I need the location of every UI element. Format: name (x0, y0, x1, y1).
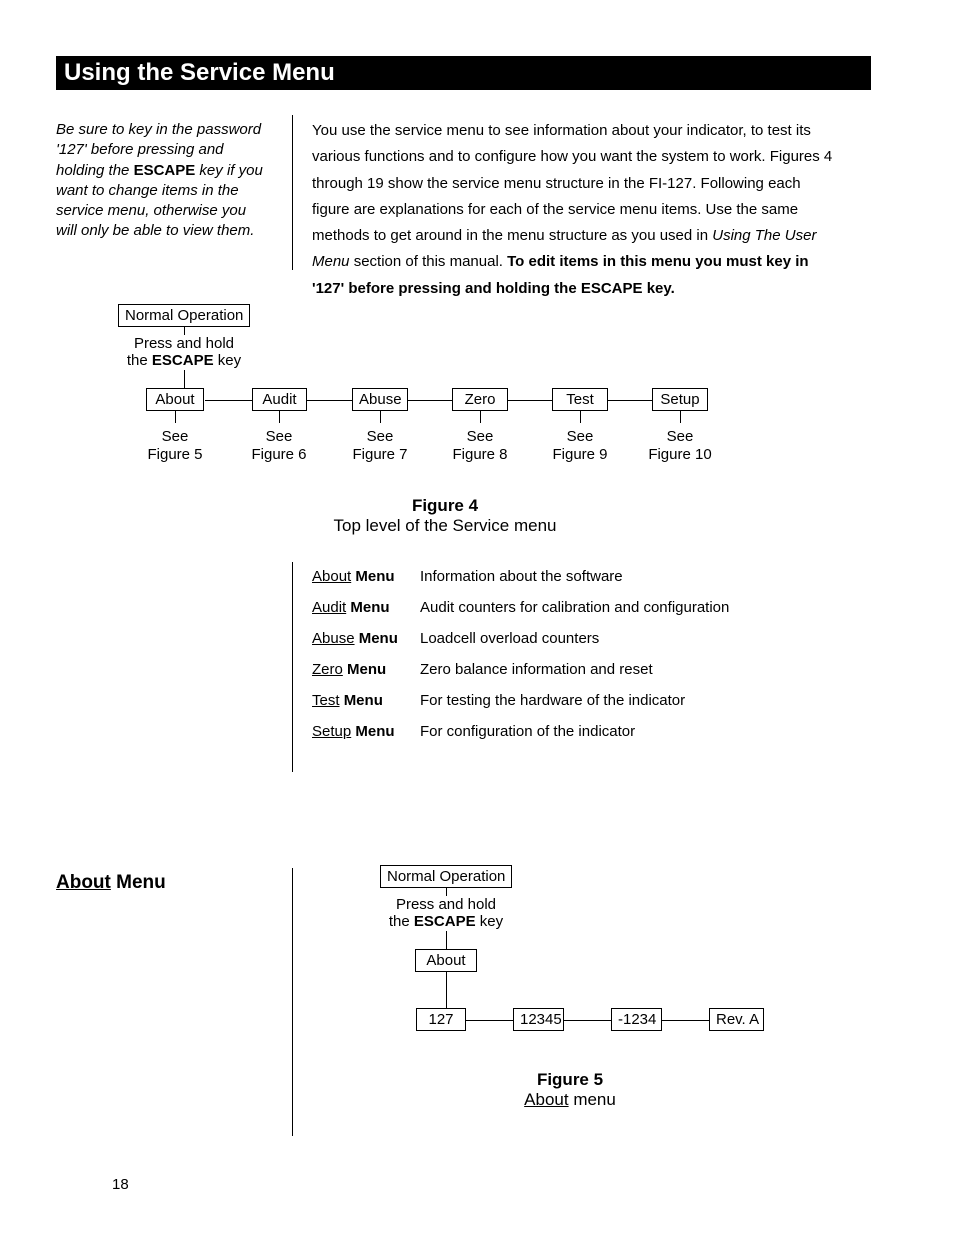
node-zero: Zero (452, 388, 508, 411)
figure-4-title: Figure 4 (412, 496, 478, 515)
legend-key-b: Menu (350, 599, 389, 616)
legend-desc: Information about the software (420, 568, 832, 585)
press-c: key (214, 352, 242, 369)
legend-key-u: Audit (312, 599, 346, 616)
see-4: See (450, 428, 510, 445)
legend-desc: Audit counters for calibration and confi… (420, 599, 832, 616)
legend-key-b: Menu (347, 661, 386, 678)
press-hold-line2: the ESCAPE key (118, 352, 250, 369)
connector (446, 931, 447, 949)
legend-key-u: Setup (312, 723, 351, 740)
node-abuse: Abuse (352, 388, 408, 411)
connector (408, 400, 452, 401)
connector (564, 1020, 611, 1021)
see-6: See (650, 428, 710, 445)
node-audit: Audit (252, 388, 307, 411)
node-neg1234: -1234 (611, 1008, 662, 1031)
legend-key-u: Abuse (312, 630, 355, 647)
figure-4-diagram: Normal Operation Press and hold the ESCA… (0, 300, 954, 480)
connector (480, 411, 481, 423)
connector (508, 400, 552, 401)
connector (205, 400, 252, 401)
legend-row: Abuse Menu Loadcell overload counters (312, 630, 832, 647)
legend-key-b: Menu (355, 723, 394, 740)
legend-key-b: Menu (359, 630, 398, 647)
see-1: See (145, 428, 205, 445)
legend-row: About Menu Information about the softwar… (312, 568, 832, 585)
figure-4-caption: Figure 4 Top level of the Service menu (300, 496, 590, 536)
connector (446, 888, 447, 896)
press-hold-line2b: the ESCAPE key (380, 913, 512, 930)
vertical-rule (292, 115, 293, 270)
node-about: About (146, 388, 204, 411)
legend-key-b: Menu (355, 568, 394, 585)
legend-key-u: About (312, 568, 351, 585)
connector (580, 411, 581, 423)
press-a2: the (389, 913, 414, 930)
legend-row: Audit Menu Audit counters for calibratio… (312, 599, 832, 616)
figure-4-caption-text: Top level of the Service menu (333, 516, 556, 535)
press-b: ESCAPE (152, 352, 214, 369)
press-c2: key (476, 913, 504, 930)
legend-desc: For configuration of the indicator (420, 723, 832, 740)
see-3: See (350, 428, 410, 445)
connector (184, 370, 185, 388)
section-title: Using the Service Menu (56, 56, 871, 90)
see-2: See (249, 428, 309, 445)
connector (279, 411, 280, 423)
legend-desc: For testing the hardware of the indicato… (420, 692, 832, 709)
connector (608, 400, 652, 401)
figure-5-caption-u: About (524, 1090, 568, 1109)
menu-legend: About Menu Information about the softwar… (312, 568, 832, 754)
figref-2: Figure 6 (239, 446, 319, 463)
figure-5-title: Figure 5 (537, 1070, 603, 1089)
legend-key-u: Test (312, 692, 340, 709)
figure-5-caption-rest: menu (569, 1090, 616, 1109)
vertical-rule (292, 562, 293, 772)
para-c: section of this manual. (350, 253, 508, 270)
connector (184, 327, 185, 335)
connector (380, 411, 381, 423)
press-a: the (127, 352, 152, 369)
connector (446, 972, 447, 1008)
legend-key-b: Menu (344, 692, 383, 709)
escape-key-label: ESCAPE (134, 162, 196, 179)
node-reva: Rev. A (709, 1008, 764, 1031)
press-hold-line1: Press and hold (118, 335, 250, 352)
see-5: See (550, 428, 610, 445)
node-about-2: About (415, 949, 477, 972)
node-127: 127 (416, 1008, 466, 1031)
main-paragraph: You use the service menu to see informat… (312, 118, 842, 302)
press-hold-line1b: Press and hold (380, 896, 512, 913)
legend-row: Zero Menu Zero balance information and r… (312, 661, 832, 678)
figure-5-caption: Figure 5 About menu (460, 1070, 680, 1110)
sidebar-note: Be sure to key in the password '127' bef… (56, 120, 266, 242)
node-test: Test (552, 388, 608, 411)
legend-desc: Zero balance information and reset (420, 661, 832, 678)
connector (466, 1020, 513, 1021)
press-b2: ESCAPE (414, 913, 476, 930)
connector (662, 1020, 709, 1021)
figref-3: Figure 7 (340, 446, 420, 463)
node-normal-operation: Normal Operation (118, 304, 250, 327)
page-number: 18 (112, 1176, 129, 1193)
para-a: You use the service menu to see informat… (312, 122, 832, 244)
figure-5-diagram: Normal Operation Press and hold the ESCA… (0, 860, 954, 1060)
legend-row: Setup Menu For configuration of the indi… (312, 723, 832, 740)
node-normal-operation-2: Normal Operation (380, 865, 512, 888)
figref-5: Figure 9 (540, 446, 620, 463)
legend-row: Test Menu For testing the hardware of th… (312, 692, 832, 709)
connector (307, 400, 352, 401)
legend-key-u: Zero (312, 661, 343, 678)
node-12345: 12345 (513, 1008, 564, 1031)
node-setup: Setup (652, 388, 708, 411)
legend-desc: Loadcell overload counters (420, 630, 832, 647)
connector (680, 411, 681, 423)
figref-1: Figure 5 (135, 446, 215, 463)
connector (175, 411, 176, 423)
figref-6: Figure 10 (640, 446, 720, 463)
figref-4: Figure 8 (440, 446, 520, 463)
